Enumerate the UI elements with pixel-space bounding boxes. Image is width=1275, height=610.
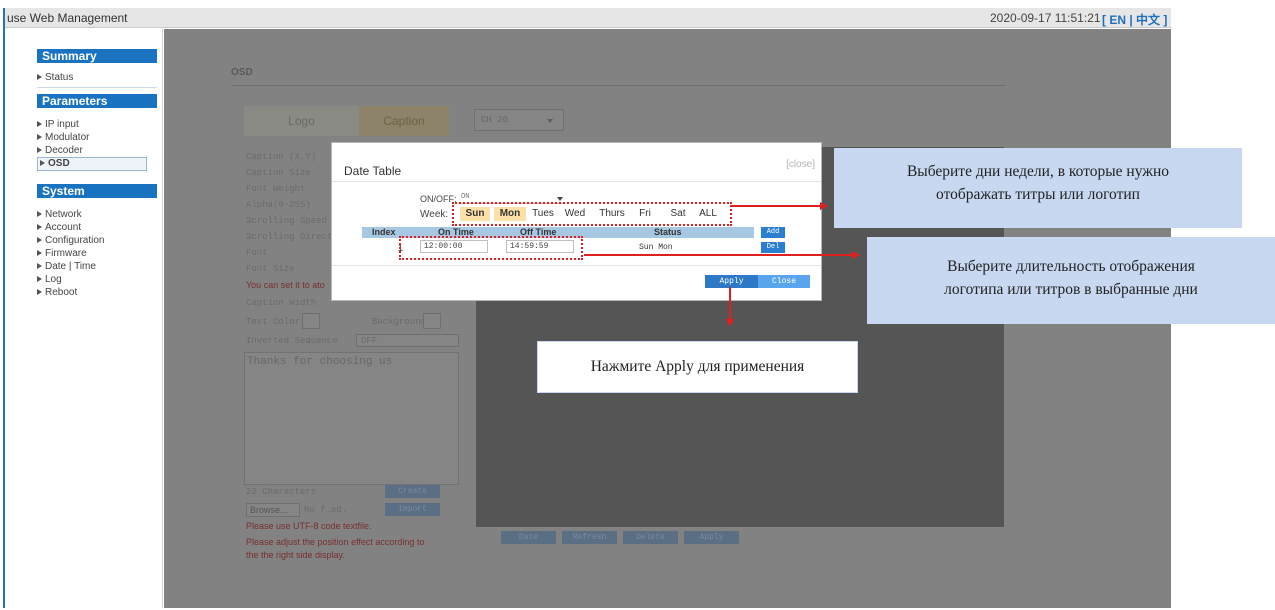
week-label: Week: xyxy=(420,209,449,220)
column-header: Index xyxy=(372,227,396,237)
sidebar-section-parameters: Parameters xyxy=(37,94,157,108)
language-switch[interactable]: [ EN | 中文 ] xyxy=(1102,11,1167,28)
sidebar-item-reboot[interactable]: Reboot xyxy=(37,287,147,298)
tab-logo[interactable]: Logo xyxy=(244,106,359,136)
callout-days: Выберите дни недели, в которые нужно ото… xyxy=(834,148,1242,228)
field-label: Caption (X,Y) xyxy=(246,152,317,162)
date-button[interactable]: Date xyxy=(501,531,556,544)
field-label: Alpha(0-255) xyxy=(246,200,311,210)
divider xyxy=(37,87,157,88)
channel-value: CH 20 xyxy=(481,115,509,125)
apply-button[interactable]: Apply xyxy=(705,275,758,288)
field-label: Inverted Sequence xyxy=(246,336,338,346)
hint-text: You can set it to ato xyxy=(246,280,325,290)
apply-background-button[interactable]: Apply xyxy=(684,531,739,544)
time-highlight xyxy=(399,236,583,260)
triangle-right-icon xyxy=(37,250,42,256)
create-button[interactable]: Create xyxy=(385,485,440,498)
callout-duration: Выберите длительность отображения логоти… xyxy=(867,237,1275,324)
triangle-right-icon xyxy=(37,74,42,80)
refresh-button[interactable]: Refresh xyxy=(562,531,617,544)
days-highlight xyxy=(452,202,732,226)
sidebar-item-decoder[interactable]: Decoder xyxy=(37,145,147,156)
divider xyxy=(332,265,821,266)
sidebar-item-date-time[interactable]: Date | Time xyxy=(37,261,147,272)
sidebar-item-log[interactable]: Log xyxy=(37,274,147,285)
triangle-right-icon xyxy=(37,134,42,140)
sidebar-item-firmware[interactable]: Firmware xyxy=(37,248,147,259)
field-label: Font xyxy=(246,248,268,258)
triangle-right-icon xyxy=(40,160,45,166)
adjust-note: Please adjust the position effect accord… xyxy=(246,537,425,547)
divider xyxy=(231,85,1006,86)
field-label: Scrolling Direct xyxy=(246,232,333,242)
triangle-right-icon xyxy=(37,224,42,230)
callout-apply: Нажмите Apply для применения xyxy=(537,341,858,393)
field-label: Caption Size xyxy=(246,168,311,178)
background-color-picker[interactable] xyxy=(423,313,441,329)
dialog-title: Date Table xyxy=(344,164,402,178)
add-button[interactable]: Add xyxy=(761,227,785,238)
sidebar-item-modulator[interactable]: Modulator xyxy=(37,132,147,143)
utf8-note: Please use UTF-8 code textfile. xyxy=(246,521,372,531)
datetime-display: 2020-09-17 11:51:21 xyxy=(990,11,1101,25)
triangle-right-icon xyxy=(37,237,42,243)
sidebar-section-summary: Summary xyxy=(37,49,157,63)
sidebar-item-account[interactable]: Account xyxy=(37,222,147,233)
triangle-right-icon xyxy=(37,263,42,269)
text-color-picker[interactable] xyxy=(302,313,320,329)
column-header: Status xyxy=(654,227,682,237)
sidebar: Summary Status Parameters IP input Modul… xyxy=(5,29,163,608)
caption-textarea[interactable]: Thanks for choosing us xyxy=(244,352,459,485)
dialog-close-link[interactable]: [close] xyxy=(786,159,815,170)
delete-row-button[interactable]: Del xyxy=(761,242,785,253)
sidebar-section-system: System xyxy=(37,184,157,198)
file-name: No f…ed. xyxy=(304,505,348,515)
adjust-note: the the right side display. xyxy=(246,550,345,560)
field-label: Font Weight xyxy=(246,184,306,194)
channel-select[interactable]: CH 20 xyxy=(474,109,564,131)
inverted-sequence-select[interactable]: OFF xyxy=(356,334,459,347)
sidebar-item-status[interactable]: Status xyxy=(37,72,147,83)
divider xyxy=(332,181,821,182)
sidebar-item-osd[interactable]: OSD xyxy=(37,157,147,171)
browse-button[interactable]: Browse... xyxy=(246,503,300,517)
page-title: OSD xyxy=(231,67,253,78)
char-count: 22 Characters xyxy=(246,487,317,497)
triangle-right-icon xyxy=(37,121,42,127)
close-button[interactable]: Close xyxy=(758,275,810,288)
row-status: Sun Mon xyxy=(639,243,673,252)
triangle-right-icon xyxy=(37,289,42,295)
sidebar-item-network[interactable]: Network xyxy=(37,209,147,220)
sidebar-item-configuration[interactable]: Configuration xyxy=(37,235,147,246)
app-title: use Web Management xyxy=(7,11,128,25)
chevron-down-icon xyxy=(547,119,553,123)
triangle-right-icon xyxy=(37,147,42,153)
triangle-right-icon xyxy=(37,276,42,282)
sidebar-item-ip-input[interactable]: IP input xyxy=(37,119,147,130)
field-label: Caption Width xyxy=(246,298,317,308)
title-bar: use Web Management 2020-09-17 11:51:21 [… xyxy=(5,8,1171,28)
delete-button[interactable]: Delete xyxy=(623,531,678,544)
field-label: Font Size xyxy=(246,264,295,274)
triangle-right-icon xyxy=(37,211,42,217)
onoff-value: ON xyxy=(461,193,470,201)
field-label: Text Color xyxy=(246,317,301,327)
tab-caption[interactable]: Caption xyxy=(359,106,449,136)
chevron-down-icon xyxy=(557,197,563,201)
import-button[interactable]: Import xyxy=(385,503,440,516)
field-label: Scrolling Speed xyxy=(246,216,328,226)
